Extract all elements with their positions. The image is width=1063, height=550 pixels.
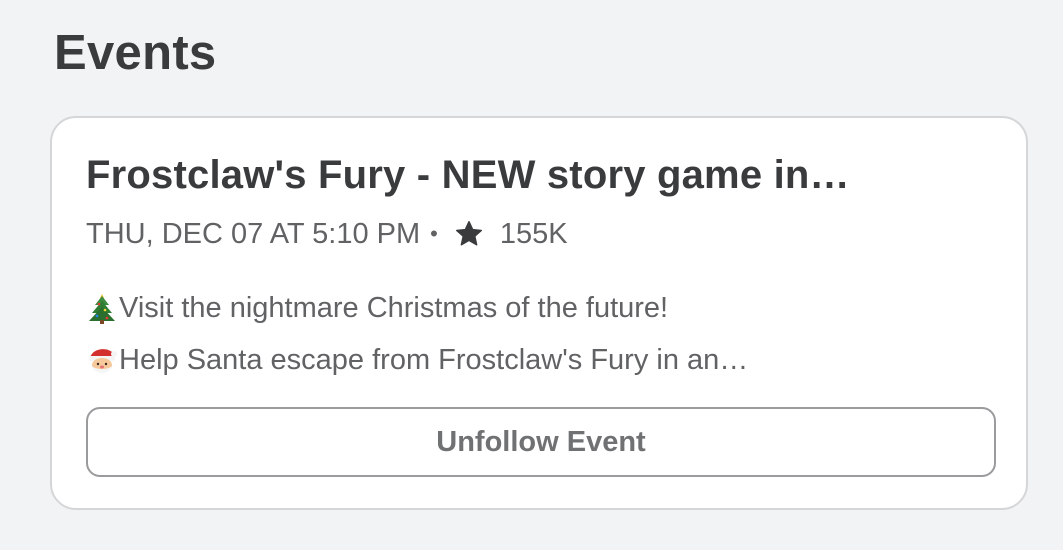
santa-face-icon (86, 344, 118, 376)
event-card[interactable]: Frostclaw's Fury - NEW story game in… TH… (50, 116, 1028, 510)
event-description: Visit the nightmare Christmas of the fut… (86, 282, 986, 386)
event-date: THU, DEC 07 AT 5:10 PM (86, 218, 421, 250)
description-text: Help Santa escape from Frostclaw's Fury … (119, 344, 749, 376)
section-title: Events (54, 26, 217, 80)
description-line: Help Santa escape from Frostclaw's Fury … (86, 334, 986, 386)
event-title[interactable]: Frostclaw's Fury - NEW story game in… (86, 150, 986, 200)
christmas-tree-icon (86, 292, 118, 324)
event-meta: THU, DEC 07 AT 5:10 PM • 155K (86, 214, 568, 254)
meta-separator: • (430, 221, 438, 246)
events-page: Events Frostclaw's Fury - NEW story game… (0, 0, 1063, 550)
description-line: Visit the nightmare Christmas of the fut… (86, 282, 986, 334)
star-icon (454, 219, 484, 249)
description-text: Visit the nightmare Christmas of the fut… (119, 292, 669, 324)
unfollow-event-button[interactable]: Unfollow Event (86, 407, 996, 477)
interested-count: 155K (499, 218, 568, 250)
